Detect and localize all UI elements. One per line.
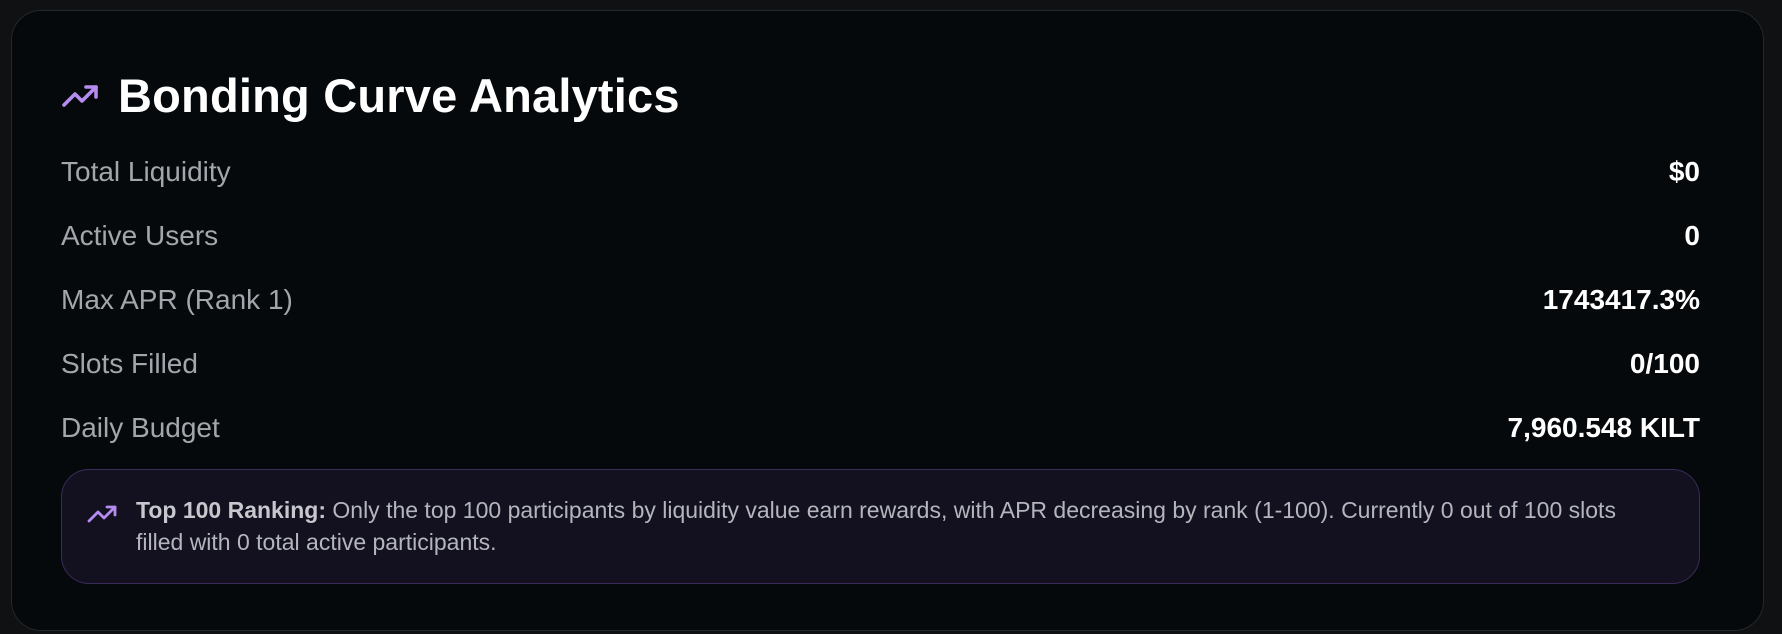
stat-value: 7,960.548 KILT — [1507, 412, 1700, 443]
stat-value: $0 — [1668, 156, 1700, 187]
page-title: Bonding Curve Analytics — [118, 68, 680, 122]
card-header: Bonding Curve Analytics — [61, 65, 680, 125]
stat-label: Slots Filled — [61, 348, 198, 379]
stat-row-total-liquidity: Total Liquidity $0 — [61, 140, 1700, 204]
stat-row-max-apr: Max APR (Rank 1) 1743417.3% — [61, 268, 1700, 332]
stat-value: 0 — [1684, 220, 1700, 251]
ranking-info-box: Top 100 Ranking: Only the top 100 partic… — [61, 469, 1700, 584]
stats-list: Total Liquidity $0 Active Users 0 Max AP… — [61, 140, 1700, 460]
bonding-curve-analytics-card: Bonding Curve Analytics Total Liquidity … — [11, 10, 1764, 631]
ranking-info-body: Only the top 100 participants by liquidi… — [136, 497, 1616, 555]
ranking-info-text: Top 100 Ranking: Only the top 100 partic… — [136, 494, 1639, 558]
stat-label: Max APR (Rank 1) — [61, 284, 293, 315]
trending-up-icon — [87, 504, 119, 524]
trending-up-icon — [61, 81, 101, 109]
stat-row-slots-filled: Slots Filled 0/100 — [61, 332, 1700, 396]
stat-value: 0/100 — [1629, 348, 1700, 379]
stat-row-daily-budget: Daily Budget 7,960.548 KILT — [61, 396, 1700, 460]
ranking-info-heading: Top 100 Ranking: — [136, 497, 326, 523]
stat-label: Daily Budget — [61, 412, 220, 443]
stat-label: Active Users — [61, 220, 219, 251]
stat-value: 1743417.3% — [1542, 284, 1700, 315]
stat-label: Total Liquidity — [61, 156, 231, 187]
stat-row-active-users: Active Users 0 — [61, 204, 1700, 268]
